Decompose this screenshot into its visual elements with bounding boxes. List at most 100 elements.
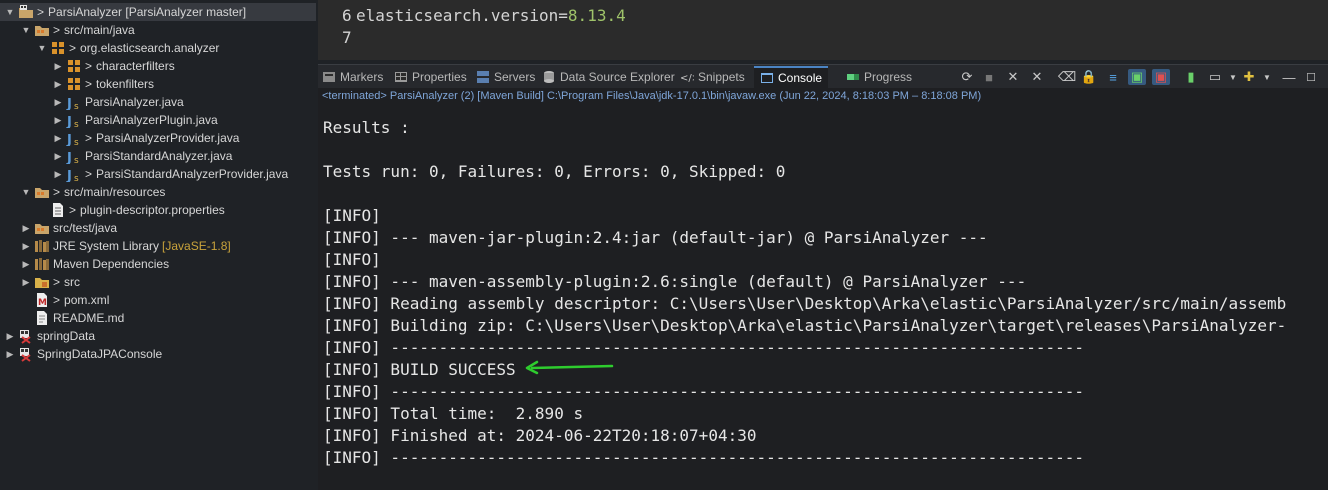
tree-item[interactable]: ▼ > src/main/resources: [0, 183, 316, 201]
tab-servers[interactable]: Servers: [476, 68, 535, 86]
view-menu-icon[interactable]: ▼: [1258, 69, 1276, 85]
tree-item[interactable]: ▼ > ParsiAnalyzer [ParsiAnalyzer master]: [0, 3, 316, 21]
tree-item-label: ParsiAnalyzerProvider.java: [96, 131, 240, 145]
remove-launch-icon[interactable]: ✕: [1004, 69, 1022, 85]
code-line[interactable]: 7: [342, 28, 356, 47]
refresh-icon[interactable]: ⟳: [958, 69, 976, 85]
tree-item[interactable]: ▶ > src: [0, 273, 316, 291]
tree-item[interactable]: ▶ Js ParsiAnalyzerPlugin.java: [0, 111, 316, 129]
editor-scrollbar[interactable]: [1312, 0, 1328, 60]
chevron-right-icon[interactable]: ▶: [52, 78, 64, 90]
tree-item[interactable]: ▶>plugin-descriptor.properties: [0, 201, 316, 219]
java-file-icon: Js: [66, 94, 82, 110]
tree-item-label: characterfilters: [96, 59, 175, 73]
chevron-right-icon[interactable]: ▶: [4, 348, 16, 360]
console-icon: [760, 71, 774, 85]
console-scrollbar[interactable]: [1324, 104, 1328, 490]
console-line: [INFO]: [323, 206, 381, 225]
chevron-right-icon[interactable]: ▶: [20, 222, 32, 234]
tab-progress[interactable]: Progress: [846, 68, 912, 86]
chevron-down-icon[interactable]: ▼: [4, 6, 16, 18]
chevron-right-icon[interactable]: ▶: [52, 168, 64, 180]
tree-item[interactable]: ▶ SpringDataJPAConsole: [0, 345, 316, 363]
chevron-down-icon[interactable]: ▼: [20, 186, 32, 198]
console-line: [INFO] --- maven-assembly-plugin:2.6:sin…: [323, 272, 1027, 291]
tree-item[interactable]: ▼ > src/main/java: [0, 21, 316, 39]
console-line: [INFO] --- maven-jar-plugin:2.4:jar (def…: [323, 228, 988, 247]
tree-item-label: ParsiAnalyzerPlugin.java: [85, 113, 218, 127]
clear-console-icon[interactable]: ⌫: [1058, 69, 1076, 85]
chevron-right-icon[interactable]: ▶: [52, 150, 64, 162]
tree-item[interactable]: ▶ Js ParsiAnalyzer.java: [0, 93, 316, 111]
tree-item[interactable]: ▶ src/test/java: [0, 219, 316, 237]
folder-icon: [34, 274, 50, 290]
tree-item[interactable]: ▶ Js > ParsiAnalyzerProvider.java: [0, 129, 316, 147]
chevron-right-icon[interactable]: ▶: [52, 132, 64, 144]
tab-console[interactable]: Console: [754, 66, 829, 88]
remove-all-terminated-icon[interactable]: ✕: [1028, 69, 1046, 85]
word-wrap-icon[interactable]: ≡: [1104, 69, 1122, 85]
tree-item[interactable]: ▶ Maven Dependencies: [0, 255, 316, 273]
show-console-on-output-icon[interactable]: ▣: [1128, 69, 1146, 85]
console-process-label: <terminated> ParsiAnalyzer (2) [Maven Bu…: [318, 88, 1328, 104]
maximize-icon[interactable]: ☐: [1302, 69, 1320, 85]
console-line: [INFO] ---------------------------------…: [323, 382, 1084, 401]
markers-icon: [322, 70, 336, 84]
dirty-marker: >: [69, 41, 77, 55]
dirty-marker: >: [85, 167, 93, 181]
tree-item[interactable]: ▶ > characterfilters: [0, 57, 316, 75]
console-line: [INFO] ---------------------------------…: [323, 338, 1084, 357]
tree-item-label: springData: [37, 329, 96, 343]
tree-item-label: ParsiStandardAnalyzerProvider.java: [96, 167, 289, 181]
open-console-icon[interactable]: ✚: [1240, 69, 1258, 85]
java-file-icon: Js: [66, 166, 82, 182]
tab-label: Snippets: [698, 70, 745, 84]
tree-item[interactable]: ▶M>pom.xml: [0, 291, 316, 309]
snippets-icon: </>: [680, 70, 700, 84]
console-output[interactable]: Results : Tests run: 0, Failures: 0, Erro…: [318, 104, 1328, 490]
annotation-arrow-icon: [525, 360, 614, 375]
display-console-icon[interactable]: ▭: [1206, 69, 1224, 85]
svg-text:s: s: [74, 156, 79, 164]
chevron-right-icon[interactable]: ▶: [52, 114, 64, 126]
tab-snippets[interactable]: </> Snippets: [680, 68, 745, 86]
tab-data-source-explorer[interactable]: Data Source Explorer: [542, 68, 675, 86]
tree-item[interactable]: ▶ Js ParsiStandardAnalyzer.java: [0, 147, 316, 165]
property-value: 8.13.4: [567, 6, 626, 25]
svg-text:J: J: [66, 133, 72, 146]
tree-item[interactable]: ▶ Js > ParsiStandardAnalyzerProvider.java: [0, 165, 316, 183]
pin-console-icon[interactable]: ▮: [1182, 69, 1200, 85]
package-icon: [66, 58, 82, 74]
show-console-on-error-icon[interactable]: ▣: [1152, 69, 1170, 85]
package-icon: [50, 40, 66, 56]
tree-item[interactable]: ▶README.md: [0, 309, 316, 327]
dirty-marker: >: [85, 59, 93, 73]
tree-item[interactable]: ▼ > org.elasticsearch.analyzer: [0, 39, 316, 57]
tree-item-label: src: [64, 275, 81, 289]
chevron-down-icon[interactable]: ▼: [36, 42, 48, 54]
tree-item[interactable]: ▶ springData: [0, 327, 316, 345]
tree-item-label: org.elasticsearch.analyzer: [80, 41, 220, 55]
tree-item[interactable]: ▶ JRE System Library [JavaSE-1.8]: [0, 237, 316, 255]
terminate-icon[interactable]: ■: [980, 69, 998, 85]
svg-text:s: s: [74, 138, 79, 146]
tree-item-label: JRE System Library: [53, 239, 160, 253]
chevron-right-icon[interactable]: ▶: [4, 330, 16, 342]
scroll-lock-icon[interactable]: 🔒: [1080, 69, 1098, 85]
chevron-right-icon[interactable]: ▶: [52, 96, 64, 108]
package-explorer: ▼ > ParsiAnalyzer [ParsiAnalyzer master] ▼ >…: [0, 0, 316, 490]
console-line: Results :: [323, 118, 410, 137]
tab-properties[interactable]: Properties: [394, 68, 467, 86]
console-line: [INFO] BUILD SUCCESS: [323, 360, 516, 379]
chevron-down-icon[interactable]: ▼: [20, 24, 32, 36]
minimize-icon[interactable]: —: [1280, 69, 1298, 85]
chevron-right-icon[interactable]: ▶: [20, 240, 32, 252]
dirty-marker: >: [85, 131, 93, 145]
code-line[interactable]: 6 elasticsearch.version=8.13.4: [342, 6, 626, 25]
chevron-right-icon[interactable]: ▶: [52, 60, 64, 72]
chevron-right-icon[interactable]: ▶: [20, 276, 32, 288]
tab-markers[interactable]: Markers: [322, 68, 383, 86]
tree-item[interactable]: ▶ > tokenfilters: [0, 75, 316, 93]
source-folder-icon: [34, 184, 50, 200]
chevron-right-icon[interactable]: ▶: [20, 258, 32, 270]
